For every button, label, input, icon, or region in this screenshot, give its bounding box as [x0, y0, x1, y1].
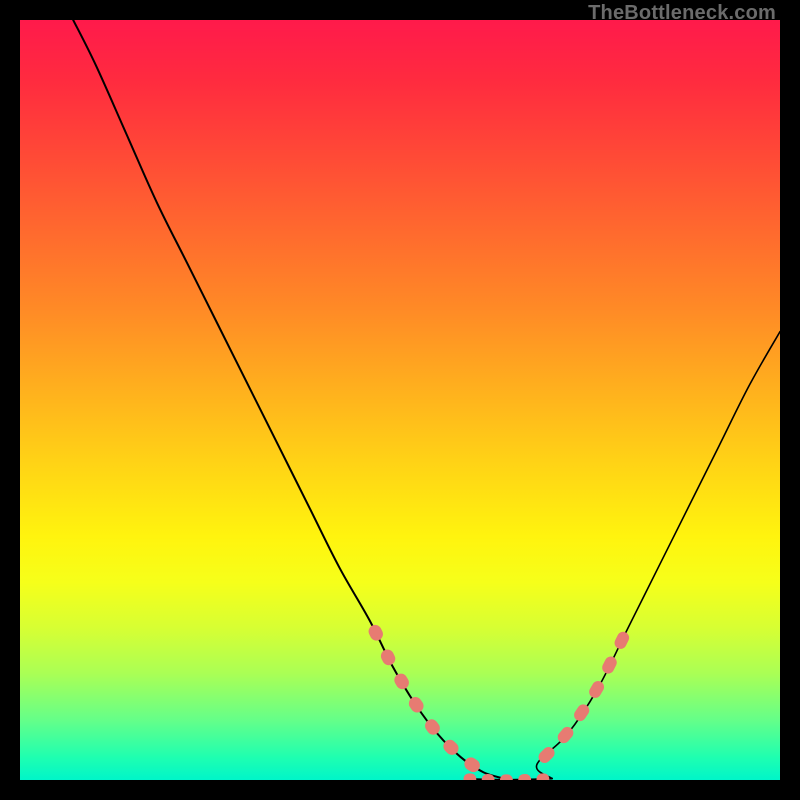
marker-segment: [536, 773, 549, 780]
marker-segment: [463, 773, 476, 780]
curve-right-path: [536, 332, 780, 779]
marker-segment: [612, 630, 631, 651]
curve-left-arm: [73, 20, 552, 780]
marker-segment: [392, 671, 411, 691]
marker-segment: [500, 774, 513, 780]
chart-svg: [20, 20, 780, 780]
marker-segment: [587, 679, 606, 700]
marker-segment: [462, 755, 483, 775]
marker-segment: [518, 774, 531, 780]
marker-segment: [600, 654, 619, 675]
marker-segment: [406, 694, 426, 715]
outer-frame: TheBottleneck.com: [0, 0, 800, 800]
marker-segment: [379, 647, 398, 667]
markers-group: [366, 623, 631, 780]
curve-right-arm: [536, 332, 780, 779]
curve-left-path: [73, 20, 552, 780]
marker-segment: [366, 623, 385, 643]
chart-plot-area: [20, 20, 780, 780]
